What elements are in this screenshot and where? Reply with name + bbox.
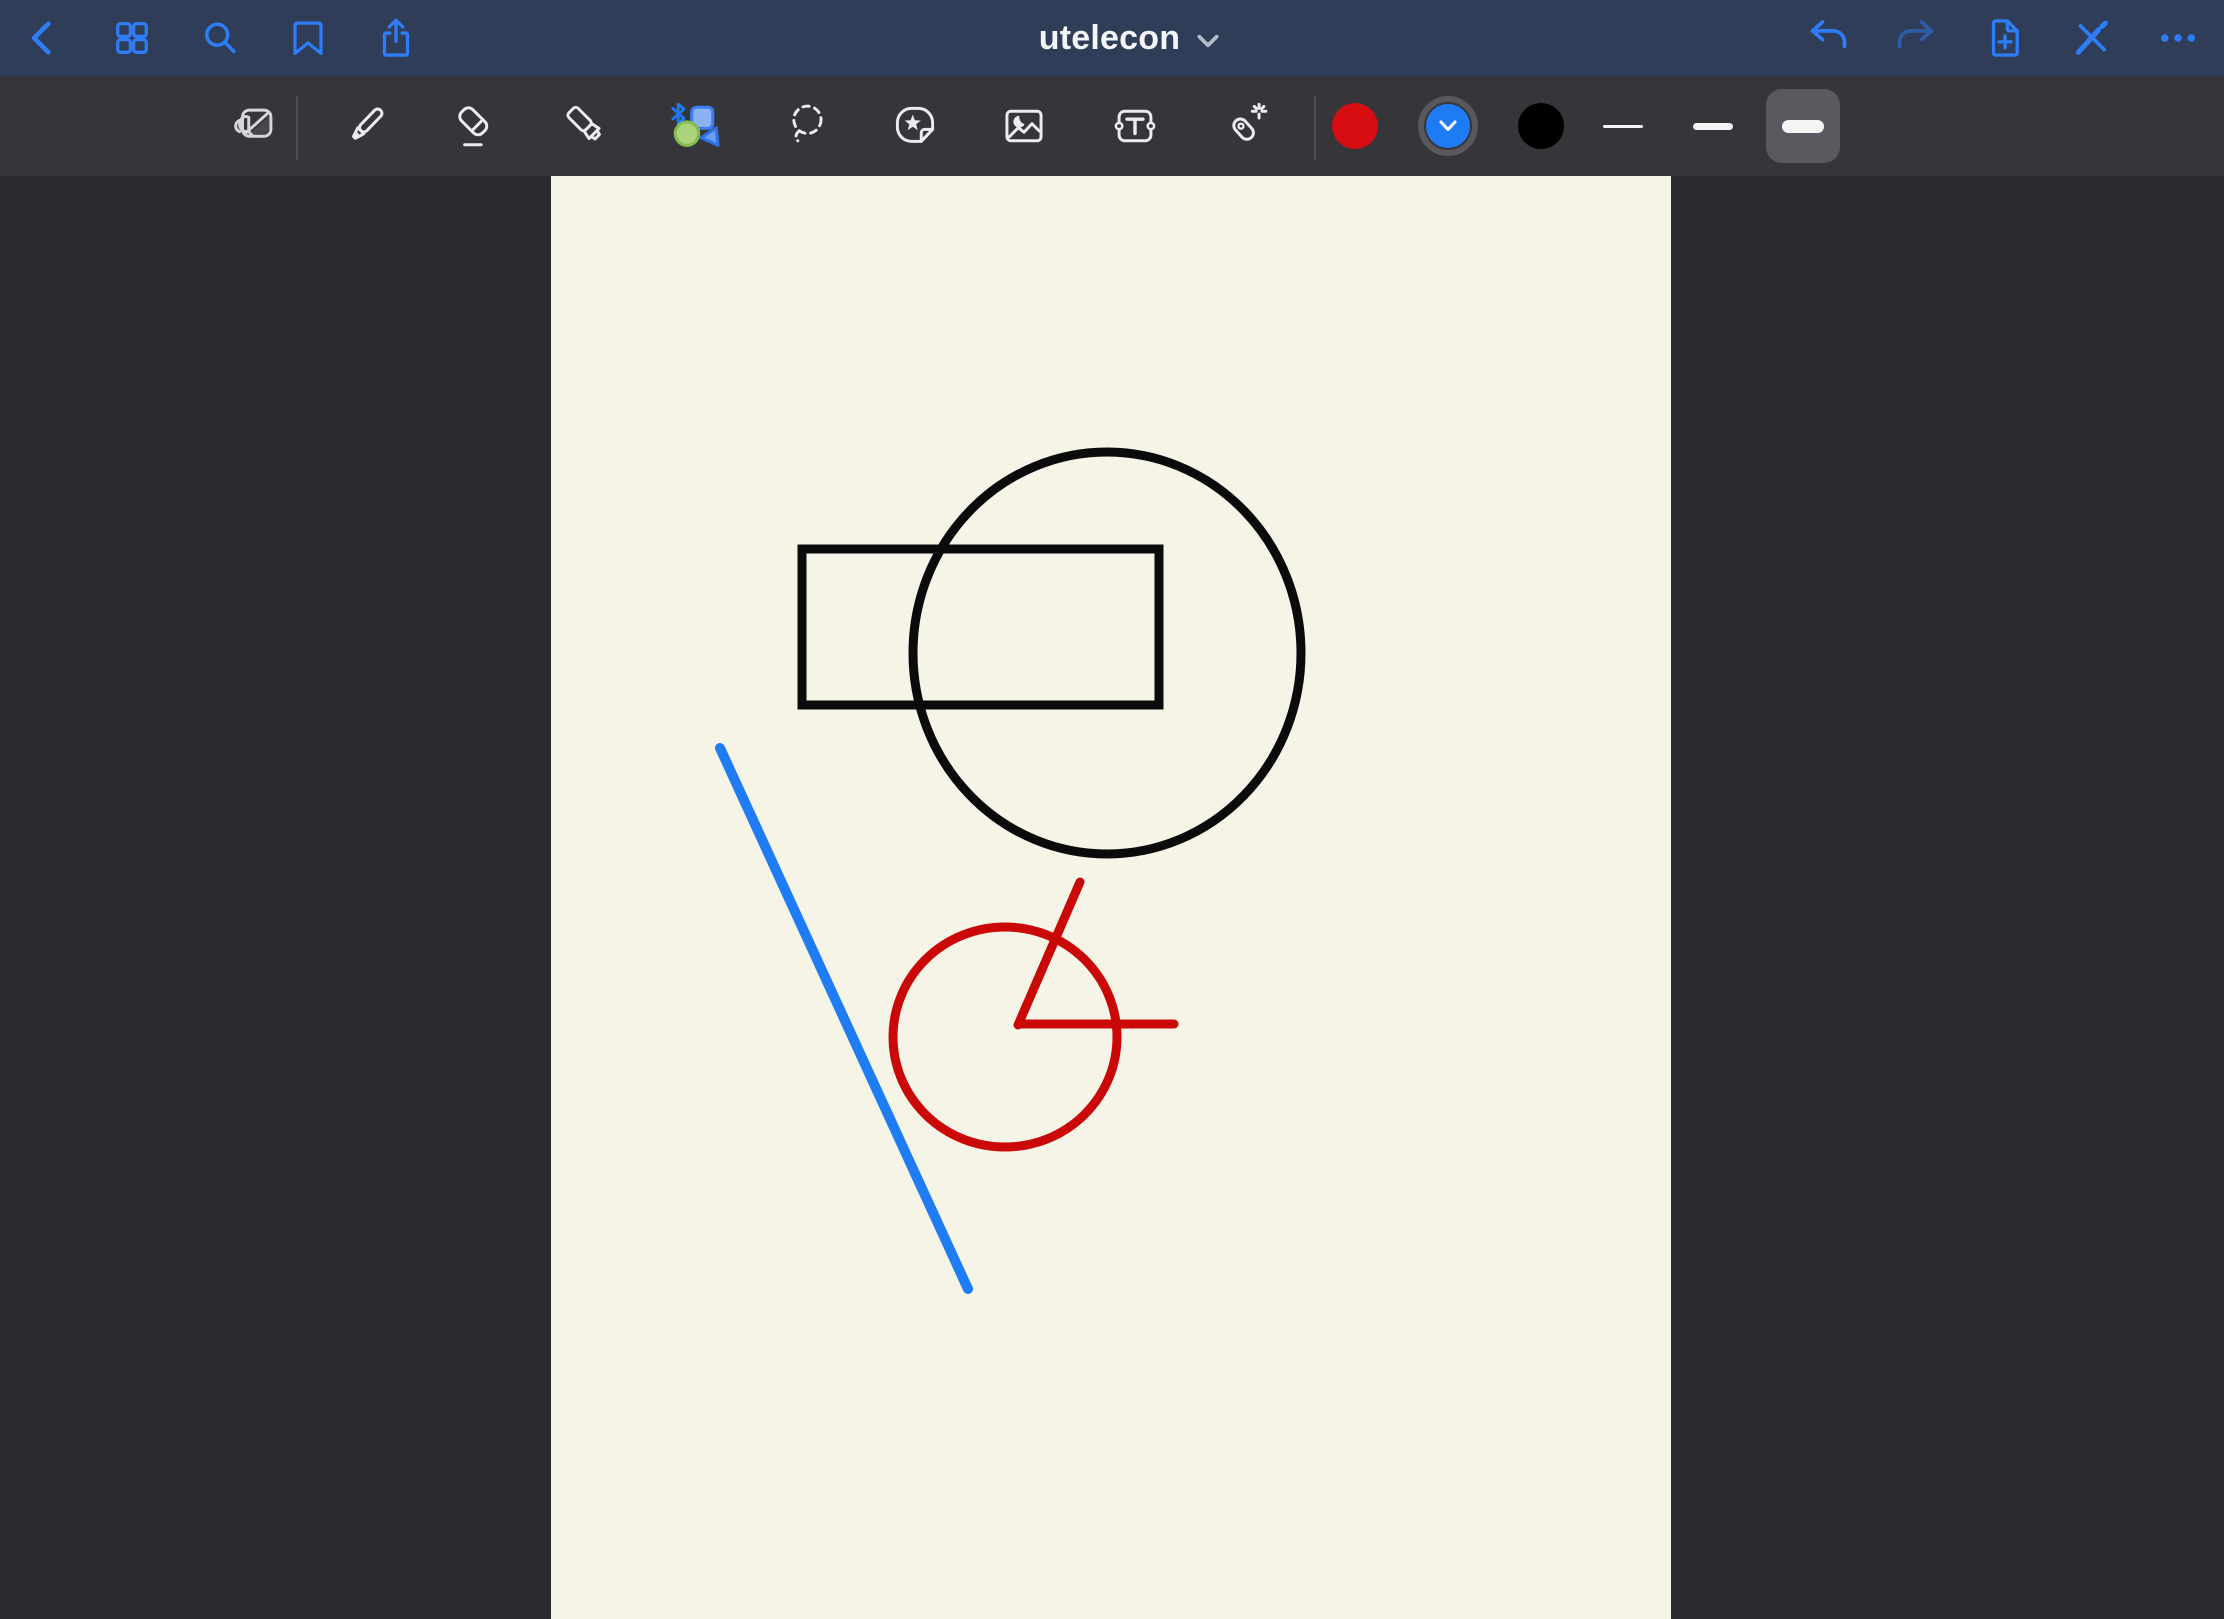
elements-tool-button[interactable] bbox=[883, 94, 947, 158]
toolbar-divider bbox=[296, 96, 298, 160]
bookmark-icon bbox=[286, 16, 330, 60]
laser-pointer-tool-button[interactable] bbox=[1214, 94, 1278, 158]
pen-tool-icon bbox=[340, 101, 390, 151]
color-swatch-black[interactable] bbox=[1518, 103, 1564, 149]
thickness-medium-button[interactable] bbox=[1676, 89, 1750, 163]
bluetooth-badge-icon bbox=[673, 104, 684, 123]
document-title[interactable]: utelecon bbox=[1039, 19, 1180, 58]
more-icon bbox=[2156, 16, 2200, 60]
highlighter-tool-icon bbox=[560, 101, 610, 151]
notes-app-window: utelecon bbox=[0, 0, 2224, 1619]
add-page-icon bbox=[1982, 16, 2026, 60]
top-navigation-bar: utelecon bbox=[0, 0, 2224, 76]
undo-icon bbox=[1806, 16, 1850, 60]
note-page[interactable] bbox=[551, 176, 1671, 1619]
add-page-button[interactable] bbox=[1976, 10, 2032, 66]
canvas-stage bbox=[0, 176, 2224, 1619]
thickness-medium-line bbox=[1693, 123, 1733, 130]
chevron-down-icon[interactable] bbox=[1195, 32, 1221, 50]
elements-tool-icon bbox=[890, 101, 940, 151]
search-button[interactable] bbox=[192, 10, 248, 66]
redo-button[interactable] bbox=[1888, 10, 1944, 66]
more-button[interactable] bbox=[2150, 10, 2206, 66]
edit-mode-toggle-button[interactable] bbox=[223, 94, 287, 158]
eraser-tool-icon bbox=[451, 101, 501, 151]
image-tool-icon bbox=[999, 101, 1049, 151]
pen-tool-button[interactable] bbox=[333, 94, 397, 158]
share-button[interactable] bbox=[368, 10, 424, 66]
lasso-tool-icon bbox=[783, 101, 833, 151]
chevron-down-icon bbox=[1438, 119, 1458, 133]
page-thumbnails-icon bbox=[110, 16, 154, 60]
share-icon bbox=[374, 16, 418, 60]
end-editing-icon bbox=[2069, 16, 2113, 60]
color-swatch-red[interactable] bbox=[1332, 103, 1378, 149]
toolbar-divider bbox=[1314, 96, 1316, 160]
thickness-thick-line bbox=[1782, 120, 1824, 133]
image-tool-button[interactable] bbox=[992, 94, 1056, 158]
redo-icon bbox=[1894, 16, 1938, 60]
highlighter-tool-button[interactable] bbox=[553, 94, 617, 158]
lasso-tool-button[interactable] bbox=[776, 94, 840, 158]
ink-stroke-line bbox=[720, 748, 968, 1289]
color-swatch-blue[interactable] bbox=[1426, 104, 1470, 148]
thickness-thin-line bbox=[1603, 125, 1643, 128]
edit-mode-toggle-icon bbox=[230, 101, 280, 151]
page-thumbnails-button[interactable] bbox=[104, 10, 160, 66]
ink-stroke-rect bbox=[802, 549, 1159, 705]
back-button[interactable] bbox=[16, 10, 72, 66]
stroke-thickness-row bbox=[1586, 76, 1840, 176]
text-tool-icon bbox=[1110, 101, 1160, 151]
ink-stroke-line bbox=[1018, 882, 1080, 1025]
bookmark-button[interactable] bbox=[280, 10, 336, 66]
shapes-tool-icon bbox=[667, 99, 721, 153]
eraser-tool-button[interactable] bbox=[444, 94, 508, 158]
ink-strokes-layer[interactable] bbox=[551, 176, 1671, 1619]
thickness-thin-button[interactable] bbox=[1586, 89, 1660, 163]
thickness-thick-button[interactable] bbox=[1766, 89, 1840, 163]
search-icon bbox=[198, 16, 242, 60]
ink-stroke-ellipse bbox=[913, 452, 1301, 854]
shapes-tool-button[interactable] bbox=[662, 94, 726, 158]
back-icon bbox=[22, 16, 66, 60]
ink-stroke-ellipse bbox=[893, 927, 1117, 1147]
color-swatch-row bbox=[1332, 76, 1564, 176]
drawing-toolbar bbox=[0, 76, 2224, 176]
text-tool-button[interactable] bbox=[1103, 94, 1167, 158]
end-editing-button[interactable] bbox=[2063, 10, 2119, 66]
selected-color-ring bbox=[1418, 96, 1478, 156]
laser-pointer-tool-icon bbox=[1221, 101, 1271, 151]
undo-button[interactable] bbox=[1800, 10, 1856, 66]
